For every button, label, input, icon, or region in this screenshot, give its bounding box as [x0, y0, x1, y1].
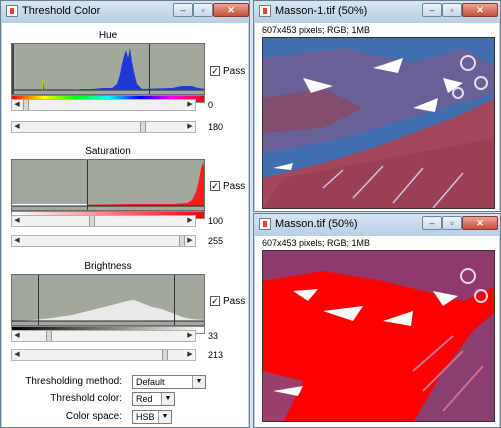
image1-titlebar[interactable]: Masson-1.tif (50%) – ▫ ✕ [254, 1, 500, 23]
slider-thumb[interactable] [23, 100, 29, 110]
image2-titlebar[interactable]: Masson.tif (50%) – ▫ ✕ [254, 214, 500, 236]
scroll-left-icon[interactable]: ◀ [12, 216, 22, 226]
brightness-pass-checkbox[interactable]: ✓ [210, 296, 220, 306]
saturation-max-slider[interactable]: ◀ ▶ [11, 235, 196, 247]
hue-max-slider[interactable]: ◀ ▶ [11, 121, 196, 133]
thresholding-method-select[interactable]: Default ▼ [132, 375, 206, 389]
scroll-right-icon[interactable]: ▶ [185, 122, 195, 132]
image2-canvas[interactable] [262, 250, 495, 422]
scroll-left-icon[interactable]: ◀ [12, 122, 22, 132]
brightness-histogram [11, 274, 205, 326]
brightness-max-slider[interactable]: ◀ ▶ [11, 349, 196, 361]
maximize-button[interactable]: ▫ [442, 216, 462, 230]
hue-histogram [11, 43, 205, 95]
image-window-masson: Masson.tif (50%) – ▫ ✕ 607x453 pixels; R… [253, 213, 501, 428]
image1-info: 607x453 pixels; RGB; 1MB [262, 25, 371, 35]
thresholding-method-label: Thresholding method: [25, 376, 122, 387]
saturation-max-value: 255 [208, 236, 224, 246]
slider-thumb[interactable] [89, 216, 95, 226]
hue-pass-label: Pass [223, 66, 246, 77]
scroll-right-icon[interactable]: ▶ [185, 331, 195, 341]
threshold-color-value: Red [136, 394, 153, 404]
hue-min-value: 0 [208, 100, 214, 110]
saturation-min-value: 100 [208, 216, 224, 226]
scroll-right-icon[interactable]: ▶ [185, 350, 195, 360]
chevron-down-icon[interactable]: ▼ [192, 376, 205, 388]
imagej-app-icon [259, 218, 271, 230]
color-space-value: HSB [136, 412, 155, 422]
scroll-left-icon[interactable]: ◀ [12, 350, 22, 360]
scroll-right-icon[interactable]: ▶ [185, 236, 195, 246]
hue-min-slider[interactable]: ◀ ▶ [11, 99, 196, 111]
image2-info: 607x453 pixels; RGB; 1MB [262, 238, 371, 248]
slider-thumb[interactable] [140, 122, 146, 132]
maximize-button[interactable]: ▫ [193, 3, 213, 17]
hue-max-value: 180 [208, 122, 224, 132]
minimize-button[interactable]: – [422, 216, 442, 230]
scroll-right-icon[interactable]: ▶ [185, 100, 195, 110]
maximize-button[interactable]: ▫ [442, 3, 462, 17]
brightness-label: Brightness [84, 261, 132, 272]
thresholding-method-value: Default [136, 377, 165, 387]
saturation-pass-checkbox[interactable]: ✓ [210, 181, 220, 191]
threshold-color-select[interactable]: Red ▼ [132, 392, 175, 406]
threshold-color-label: Threshold color: [50, 393, 122, 404]
imagej-app-icon [6, 5, 18, 17]
close-button[interactable]: ✕ [462, 3, 498, 17]
scroll-left-icon[interactable]: ◀ [12, 100, 22, 110]
scroll-left-icon[interactable]: ◀ [12, 331, 22, 341]
scroll-left-icon[interactable]: ◀ [12, 236, 22, 246]
brightness-min-slider[interactable]: ◀ ▶ [11, 330, 196, 342]
brightness-min-value: 33 [208, 331, 219, 341]
saturation-min-slider[interactable]: ◀ ▶ [11, 215, 196, 227]
threshold-color-window: Threshold Color – ▫ ✕ Hue ◀ ▶ 0 ◀ ▶ 180 … [0, 0, 250, 428]
image1-canvas[interactable] [262, 37, 495, 209]
brightness-max-value: 213 [208, 350, 224, 360]
chevron-down-icon[interactable]: ▼ [158, 411, 171, 423]
hue-label: Hue [98, 30, 118, 41]
threshold-panel: Hue ◀ ▶ 0 ◀ ▶ 180 ✓ Pass Saturation ◀ ▶ … [2, 23, 248, 427]
chevron-down-icon[interactable]: ▼ [161, 393, 174, 405]
minimize-button[interactable]: – [173, 3, 193, 17]
imagej-app-icon [259, 5, 271, 17]
window-title: Threshold Color [22, 5, 101, 17]
saturation-pass-label: Pass [223, 181, 246, 192]
minimize-button[interactable]: – [422, 3, 442, 17]
slider-thumb[interactable] [162, 350, 168, 360]
slider-thumb[interactable] [46, 331, 52, 341]
saturation-label: Saturation [85, 146, 131, 157]
hue-pass-checkbox[interactable]: ✓ [210, 66, 220, 76]
threshold-titlebar[interactable]: Threshold Color – ▫ ✕ [1, 1, 249, 23]
image2-title: Masson.tif (50%) [275, 218, 358, 230]
scroll-right-icon[interactable]: ▶ [185, 216, 195, 226]
close-button[interactable]: ✕ [462, 216, 498, 230]
close-button[interactable]: ✕ [213, 3, 249, 17]
image2-client: 607x453 pixels; RGB; 1MB [255, 236, 499, 427]
image1-title: Masson-1.tif (50%) [275, 5, 368, 17]
color-space-select[interactable]: HSB ▼ [132, 410, 172, 424]
saturation-histogram [11, 159, 205, 211]
image-window-masson-1: Masson-1.tif (50%) – ▫ ✕ 607x453 pixels;… [253, 0, 501, 212]
color-space-label: Color space: [65, 411, 122, 422]
brightness-pass-label: Pass [223, 296, 246, 307]
image1-client: 607x453 pixels; RGB; 1MB [255, 23, 499, 211]
